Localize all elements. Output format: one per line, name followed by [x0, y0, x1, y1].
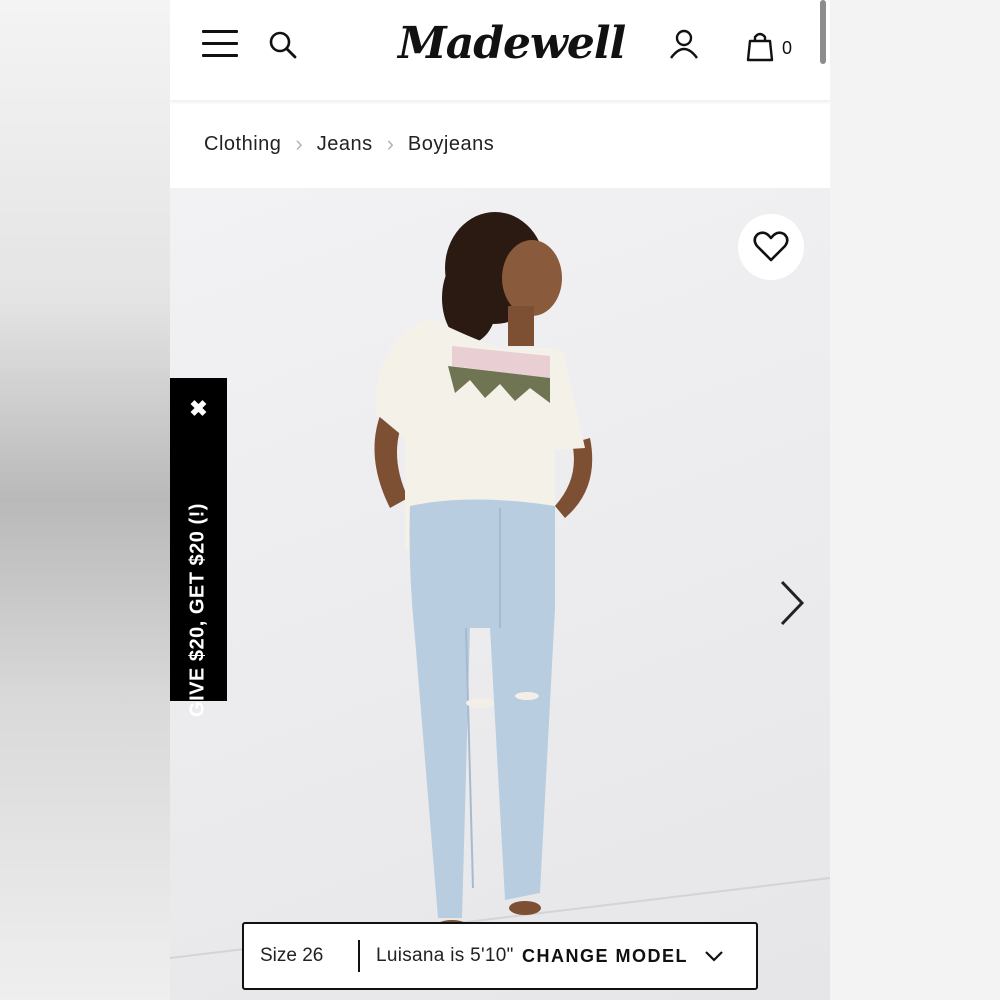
- breadcrumb-boyjeans[interactable]: Boyjeans: [408, 133, 494, 156]
- chevron-down-icon: [705, 951, 723, 962]
- blurred-background-left: [0, 0, 170, 1000]
- breadcrumb: Clothing › Jeans › Boyjeans: [170, 100, 830, 188]
- model-description: Luisana is 5'10": [376, 945, 514, 966]
- brand-logo[interactable]: Madewell: [398, 14, 626, 74]
- close-icon[interactable]: ✖: [170, 396, 227, 422]
- change-model-button[interactable]: CHANGE MODEL: [522, 946, 724, 967]
- breadcrumb-clothing[interactable]: Clothing: [204, 133, 281, 156]
- referral-label: GIVE $20, GET $20 (!): [186, 503, 209, 717]
- referral-tab[interactable]: ✖ GIVE $20, GET $20 (!): [170, 378, 227, 717]
- next-image-arrow-icon[interactable]: [776, 578, 806, 628]
- product-image[interactable]: [170, 188, 830, 1000]
- breadcrumb-separator: ›: [295, 131, 303, 156]
- model-info-bar: Size 26 Luisana is 5'10" CHANGE MODEL: [242, 922, 758, 990]
- background-right: [830, 0, 1000, 1000]
- shopping-bag-icon[interactable]: [746, 30, 774, 62]
- breadcrumb-jeans[interactable]: Jeans: [317, 133, 373, 156]
- mobile-page: Madewell 0 Clothing › Jeans › Boyjeans ✖…: [170, 0, 830, 1000]
- breadcrumb-separator: ›: [386, 131, 394, 156]
- search-icon[interactable]: [268, 30, 298, 60]
- account-icon[interactable]: [668, 28, 700, 60]
- favorite-button[interactable]: [738, 214, 804, 280]
- hamburger-menu-icon[interactable]: [202, 30, 238, 60]
- change-model-label: CHANGE MODEL: [522, 945, 688, 966]
- model-photo: [170, 212, 830, 959]
- site-header: Madewell 0: [170, 0, 830, 100]
- bag-count: 0: [782, 38, 793, 58]
- scrollbar-thumb[interactable]: [820, 0, 826, 64]
- heart-icon: [753, 231, 789, 262]
- model-size: Size 26: [260, 945, 324, 966]
